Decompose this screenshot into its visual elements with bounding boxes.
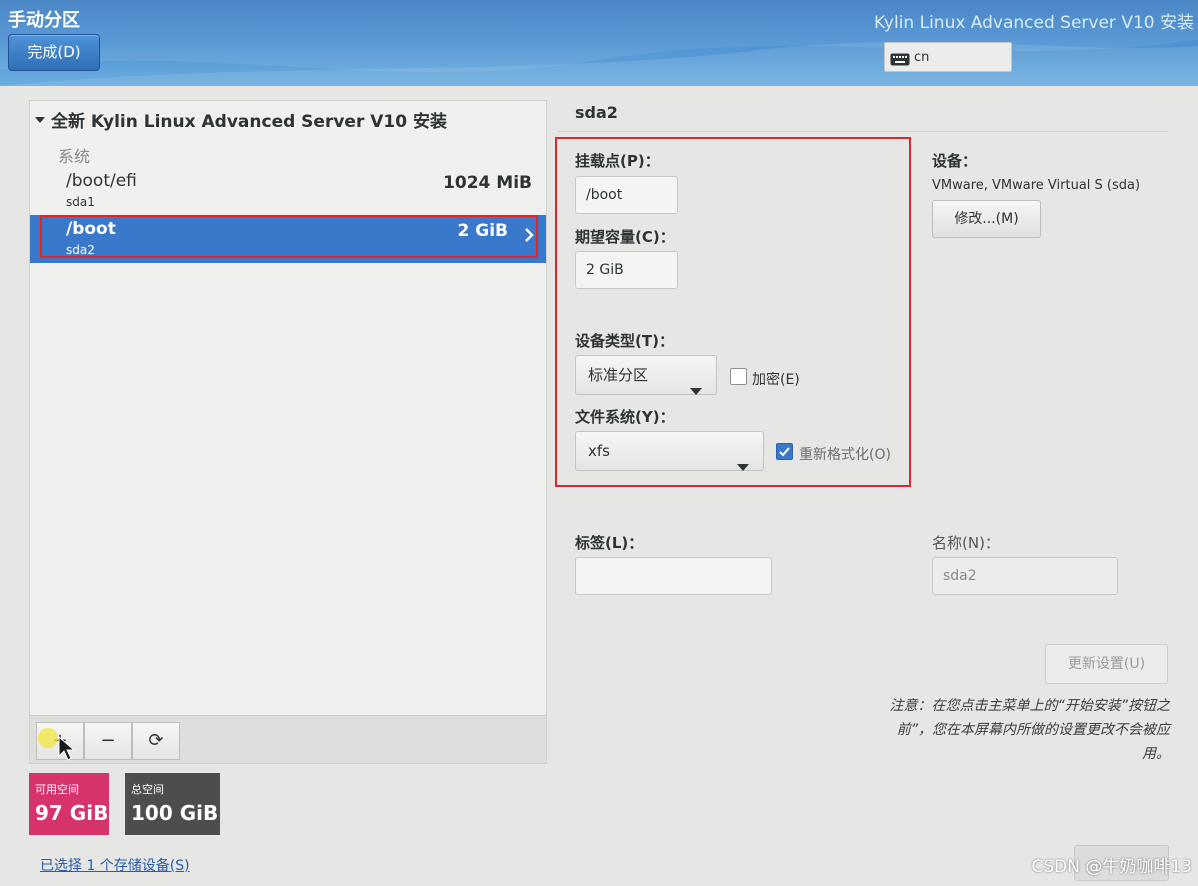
page-title: 手动分区	[8, 10, 80, 31]
device-label: 设备：	[932, 152, 978, 170]
install-tree-heading[interactable]: 全新 Kylin Linux Advanced Server V10 安装	[34, 107, 447, 132]
device-type-value: 标准分区	[588, 366, 649, 384]
partition-device-label: sda2	[66, 243, 95, 257]
file-system-label: 文件系统(Y)：	[575, 408, 675, 426]
chevron-right-icon	[524, 227, 534, 247]
detail-divider	[557, 131, 1168, 132]
modify-device-button[interactable]: 修改...(M)	[932, 200, 1041, 238]
settings-note: 注意：在您点击主菜单上的“开始安装”按钮之 前”，您在本屏幕内所做的设置更改不会…	[838, 694, 1170, 766]
total-space-label: 总空间	[131, 783, 164, 796]
install-heading-label: 全新 Kylin Linux Advanced Server V10 安装	[51, 112, 447, 132]
desired-capacity-input[interactable]: 2 GiB	[575, 251, 678, 289]
system-group-label: 系统	[58, 147, 91, 166]
partition-mount-label: /boot	[66, 219, 116, 239]
device-value: VMware, VMware Virtual S (sda)	[932, 178, 1141, 193]
partition-mount-label: /boot/efi	[66, 171, 137, 191]
desired-capacity-label: 期望容量(C)：	[575, 228, 675, 246]
remove-partition-button[interactable]: −	[84, 722, 132, 760]
tag-label: 标签(L)：	[575, 534, 644, 552]
checkmark-icon	[779, 447, 790, 457]
mount-point-input[interactable]: /boot	[575, 176, 678, 214]
file-system-value: xfs	[588, 442, 610, 460]
encrypt-checkbox[interactable]	[730, 368, 747, 385]
product-title: Kylin Linux Advanced Server V10 安装	[874, 13, 1194, 33]
reformat-checkbox[interactable]	[776, 443, 793, 460]
partition-toolbar: + − ⟳	[30, 715, 546, 763]
partition-list-panel: 全新 Kylin Linux Advanced Server V10 安装 系统…	[29, 100, 547, 764]
keyboard-icon	[890, 51, 910, 65]
dropdown-caret-icon	[737, 448, 749, 486]
partition-size-label: 1024 MiB	[443, 173, 532, 193]
note-line: 用。	[1142, 746, 1170, 762]
keyboard-layout-button[interactable]: cn	[884, 42, 1012, 72]
refresh-button[interactable]: ⟳	[132, 722, 180, 760]
watermark: CSDN @牛奶咖啡13	[1031, 857, 1192, 877]
note-line: 注意：在您点击主菜单上的“开始安装”按钮之	[889, 698, 1170, 714]
available-space-label: 可用空间	[35, 783, 79, 796]
reformat-label[interactable]: 重新格式化(O)	[799, 444, 891, 464]
partition-row-boot[interactable]: /boot sda2 2 GiB	[30, 215, 546, 263]
name-input: sda2	[932, 557, 1118, 595]
mouse-cursor-icon	[58, 736, 76, 761]
tag-input[interactable]	[575, 557, 772, 595]
available-space-box: 可用空间 97 GiB	[29, 773, 109, 835]
device-type-select[interactable]: 标准分区	[575, 355, 717, 395]
available-space-value: 97 GiB	[35, 801, 109, 825]
file-system-select[interactable]: xfs	[575, 431, 764, 471]
header-bar: 手动分区 完成(D) Kylin Linux Advanced Server V…	[0, 0, 1198, 86]
partition-detail-title: sda2	[575, 103, 618, 122]
partition-size-label: 2 GiB	[457, 221, 509, 241]
note-line: 前”，您在本屏幕内所做的设置更改不会被应	[896, 722, 1170, 738]
name-label: 名称(N)：	[932, 534, 1000, 552]
encrypt-label[interactable]: 加密(E)	[752, 369, 800, 389]
device-type-label: 设备类型(T)：	[575, 332, 674, 350]
done-button[interactable]: 完成(D)	[8, 34, 100, 71]
expander-down-icon[interactable]	[34, 110, 46, 130]
partition-device-label: sda1	[66, 195, 95, 209]
keyboard-layout-label: cn	[914, 49, 930, 65]
dropdown-caret-icon	[690, 372, 702, 410]
selected-storage-link[interactable]: 已选择 1 个存储设备(S)	[40, 855, 190, 875]
update-settings-button[interactable]: 更新设置(U)	[1045, 644, 1168, 684]
total-space-box: 总空间 100 GiB	[125, 773, 220, 835]
total-space-value: 100 GiB	[131, 801, 219, 825]
mount-point-label: 挂载点(P)：	[575, 152, 660, 170]
partition-row-boot-efi[interactable]: /boot/efi sda1 1024 MiB	[30, 167, 546, 215]
cursor-highlight	[38, 728, 58, 748]
